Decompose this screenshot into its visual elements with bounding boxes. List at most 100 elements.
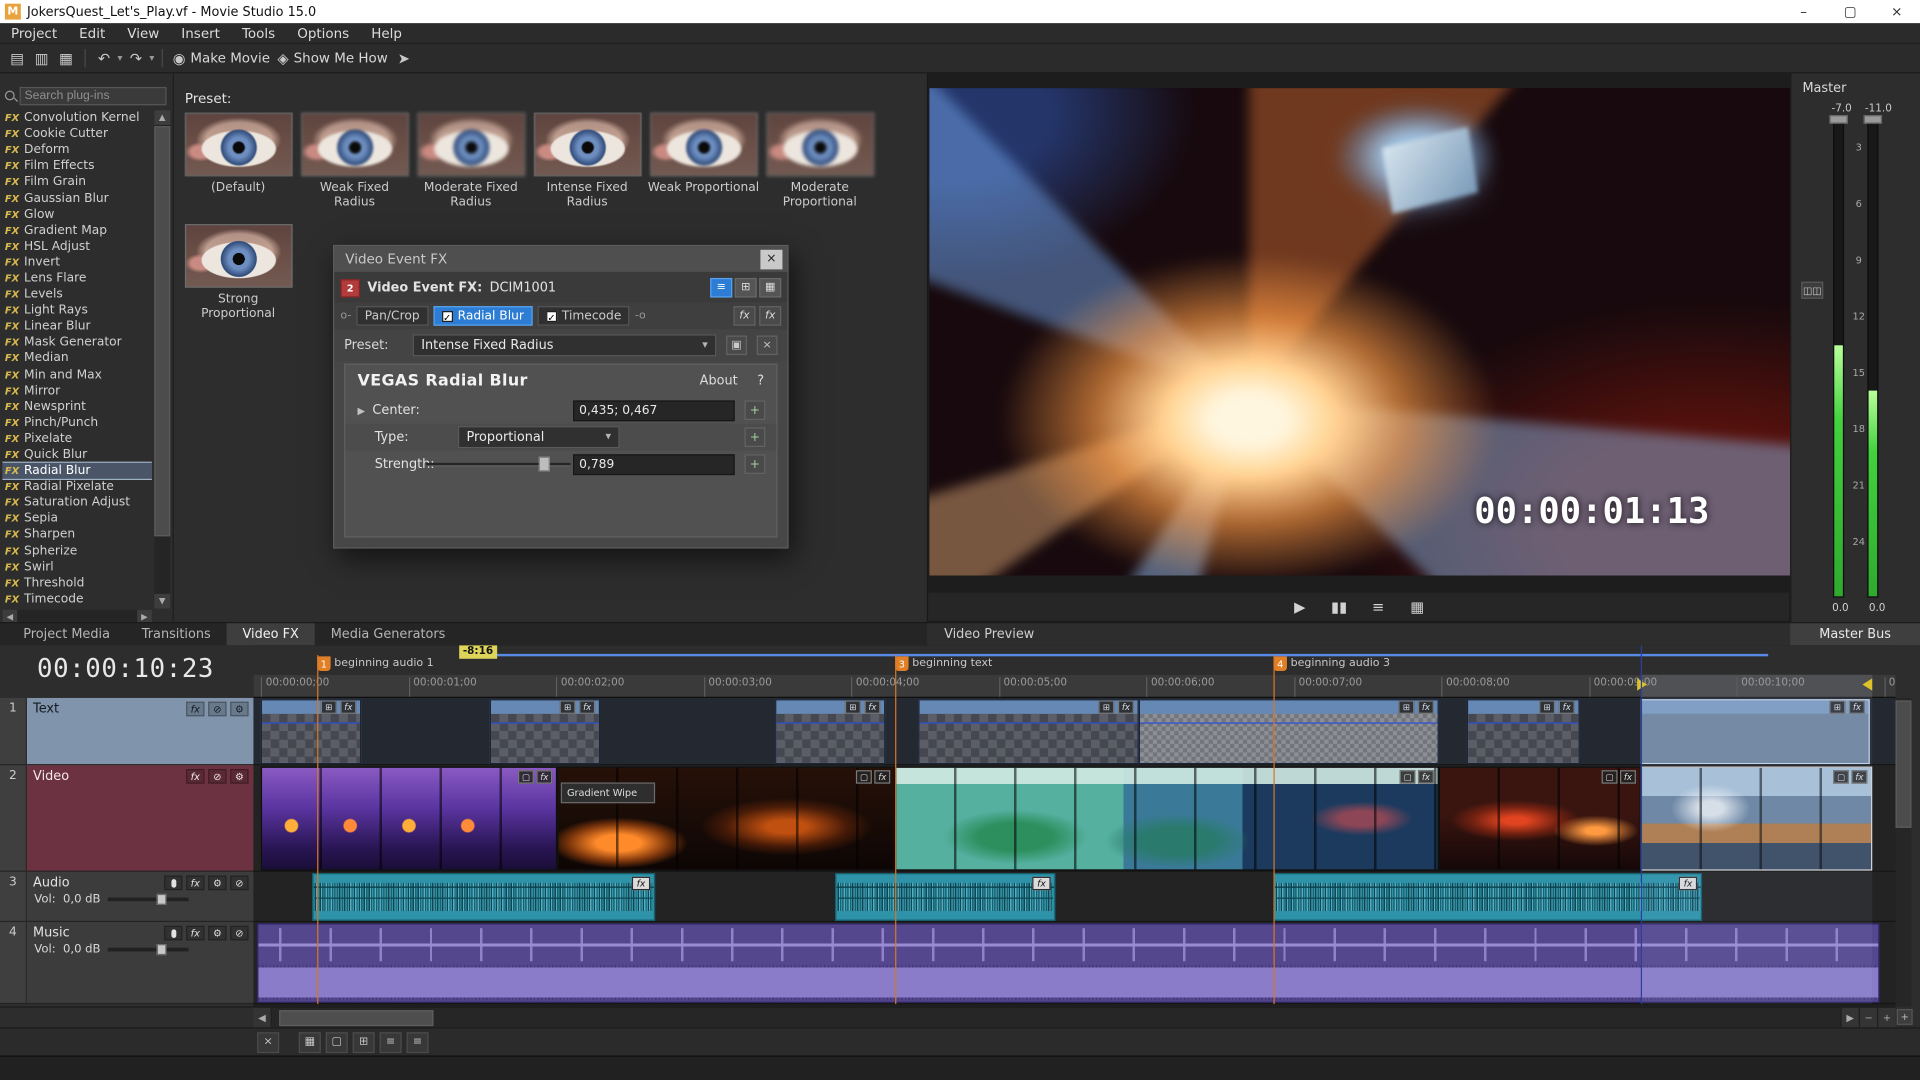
playhead-cursor[interactable] [1641,645,1642,1004]
scroll-up-icon[interactable]: ▲ [154,110,170,125]
undo-dropdown-icon[interactable]: ▾ [116,53,123,64]
plugin-list-item[interactable]: Linear Blur [2,319,151,335]
plugin-list-item[interactable]: Timecode [2,591,151,607]
menu-item[interactable]: Edit [68,25,116,41]
preset-combobox[interactable]: Intense Fixed Radius ▾ [413,334,717,356]
track-number[interactable]: 3 [0,872,27,922]
mic-icon[interactable] [164,876,182,891]
plugin-list-item[interactable]: Levels [2,287,151,303]
event-crop-icon[interactable]: ▢ [856,770,872,783]
preset-item[interactable]: Moderate Proportional [762,113,878,210]
event-name[interactable]: DCIM1001 [490,280,556,295]
dock-tab[interactable]: Project Media [7,623,126,645]
event-fx-icon[interactable]: fx [1559,700,1575,713]
track-header-video[interactable]: 2 Video fx ⊘ ⚙ [0,765,253,872]
animate-strength-icon[interactable]: + [744,454,765,474]
pan-crop-chip[interactable]: Pan/Crop [356,306,428,326]
event-grid-icon[interactable]: ⊞ [321,700,337,713]
plugin-list-item[interactable]: Mask Generator [2,335,151,351]
music-event[interactable] [257,923,1879,1003]
marker-tag[interactable]: 1 [317,656,330,671]
plugin-list-item[interactable]: Film Grain [2,174,151,190]
text-event[interactable]: ⊞fx [490,699,600,764]
delete-preset-icon[interactable]: × [757,336,778,356]
track-header-text[interactable]: 1 Text fx ⊘ ⚙ [0,698,253,765]
radial-blur-chip[interactable]: ✓ Radial Blur [433,306,532,326]
save-preset-icon[interactable]: ▣ [726,336,747,356]
track-bypass-icon[interactable]: ⊘ [208,769,226,784]
show-me-how-button[interactable]: ◈ Show Me How [274,46,392,70]
pause-button[interactable]: ▮▮ [1329,598,1349,615]
timeline-marker[interactable]: 3 beginning text [895,656,992,671]
video-event[interactable]: ▢fx [1439,767,1641,871]
plugin-list-item[interactable]: Saturation Adjust [2,495,151,511]
event-grid-icon[interactable]: ⊞ [1398,700,1414,713]
audio-event[interactable]: fx [1273,873,1702,921]
track-bypass-icon[interactable]: ⊘ [208,702,226,717]
preview-quality-icon[interactable]: ▦ [1408,598,1428,615]
track-gear-icon[interactable]: ⚙ [230,769,248,784]
list-view-button[interactable]: ≡ [710,278,732,298]
plugin-list-scrollbar[interactable]: ▲ ▼ [154,110,170,608]
scroll-right-icon[interactable]: ▶ [1840,1007,1858,1028]
marker-tag[interactable]: 4 [1273,656,1286,671]
event-grid-icon[interactable]: ⊞ [1098,700,1114,713]
plugin-list-item[interactable]: Spherize [2,543,151,559]
plugin-list-item[interactable]: Light Rays [2,303,151,319]
plugin-list-item[interactable]: Radial Blur [2,463,151,479]
event-envelope[interactable] [1468,723,1578,724]
timeline-marker[interactable]: 1 beginning audio 1 [317,656,434,671]
vscrollbar-thumb[interactable] [1896,700,1912,827]
text-event[interactable]: ⊞fx [261,699,361,764]
maximize-button[interactable]: ▢ [1827,0,1874,23]
peak-readout-right[interactable]: -11.0 [1858,103,1900,115]
expander-icon[interactable]: ▶ [358,405,366,416]
video-preview-tab[interactable]: Video Preview [927,622,1790,645]
redo-dropdown-icon[interactable]: ▾ [148,53,155,64]
plugin-list-item[interactable]: Gradient Map [2,222,151,238]
preview-menu-icon[interactable]: ≡ [1368,598,1388,615]
plugin-list-item[interactable]: Sepia [2,511,151,527]
strength-input[interactable] [573,454,735,475]
volume-envelope[interactable] [313,887,653,888]
help-link[interactable]: ? [757,373,764,388]
volume-slider[interactable] [108,898,189,902]
interactive-tutorial-cursor-icon[interactable]: ➤ [391,46,415,70]
plugin-list-item[interactable]: Glow [2,206,151,222]
track-header-music[interactable]: 4 Music fx ⚙ ⊘ Vol: 0,0 dB [0,922,253,1004]
volume-slider[interactable] [108,948,189,952]
minimize-button[interactable]: – [1780,0,1827,23]
event-envelope[interactable] [920,723,1138,724]
meter-layout-button[interactable]: ◫◫ [1801,282,1823,299]
strength-slider-handle[interactable] [539,457,550,472]
save-project-icon[interactable]: ▦ [54,46,78,70]
edit-tool-icon[interactable]: ▦ [299,1032,321,1053]
track-zoom-icon[interactable]: + [1897,1009,1913,1025]
preset-item[interactable]: Intense Fixed Radius [529,113,645,210]
preset-item[interactable]: Moderate Fixed Radius [413,113,529,210]
event-envelope[interactable] [1140,723,1438,724]
plugin-list-item[interactable]: Min and Max [2,367,151,383]
volume-slider-handle[interactable] [157,894,167,905]
close-button[interactable]: × [1873,0,1920,23]
plugin-list-item[interactable]: Newsprint [2,399,151,415]
event-grid-icon[interactable]: ⊞ [560,700,576,713]
transition-event[interactable]: Gradient Wipe [561,782,655,803]
mic-icon[interactable] [164,926,182,941]
about-link[interactable]: About [700,373,738,388]
plugin-list-item[interactable]: Convolution Kernel [2,110,151,126]
loop-region-bar[interactable] [495,654,1768,656]
plugin-list-item[interactable]: Gaussian Blur [2,190,151,206]
plugin-list-item[interactable]: Cookie Cutter [2,126,151,142]
event-crop-icon[interactable]: ▢ [1602,770,1618,783]
plugin-list-item[interactable]: Swirl [2,559,151,575]
event-fx-icon[interactable]: fx [1118,700,1134,713]
strength-slider[interactable] [426,456,570,473]
preset-item[interactable]: Weak Proportional [645,113,761,210]
event-fx-icon[interactable]: fx [536,770,552,783]
plugin-list-item[interactable]: Radial Pixelate [2,479,151,495]
event-fx-icon[interactable]: fx [1418,770,1434,783]
dialog-close-icon[interactable]: × [760,249,782,269]
event-fx-icon[interactable]: fx [579,700,595,713]
event-crop-icon[interactable]: ▢ [518,770,534,783]
